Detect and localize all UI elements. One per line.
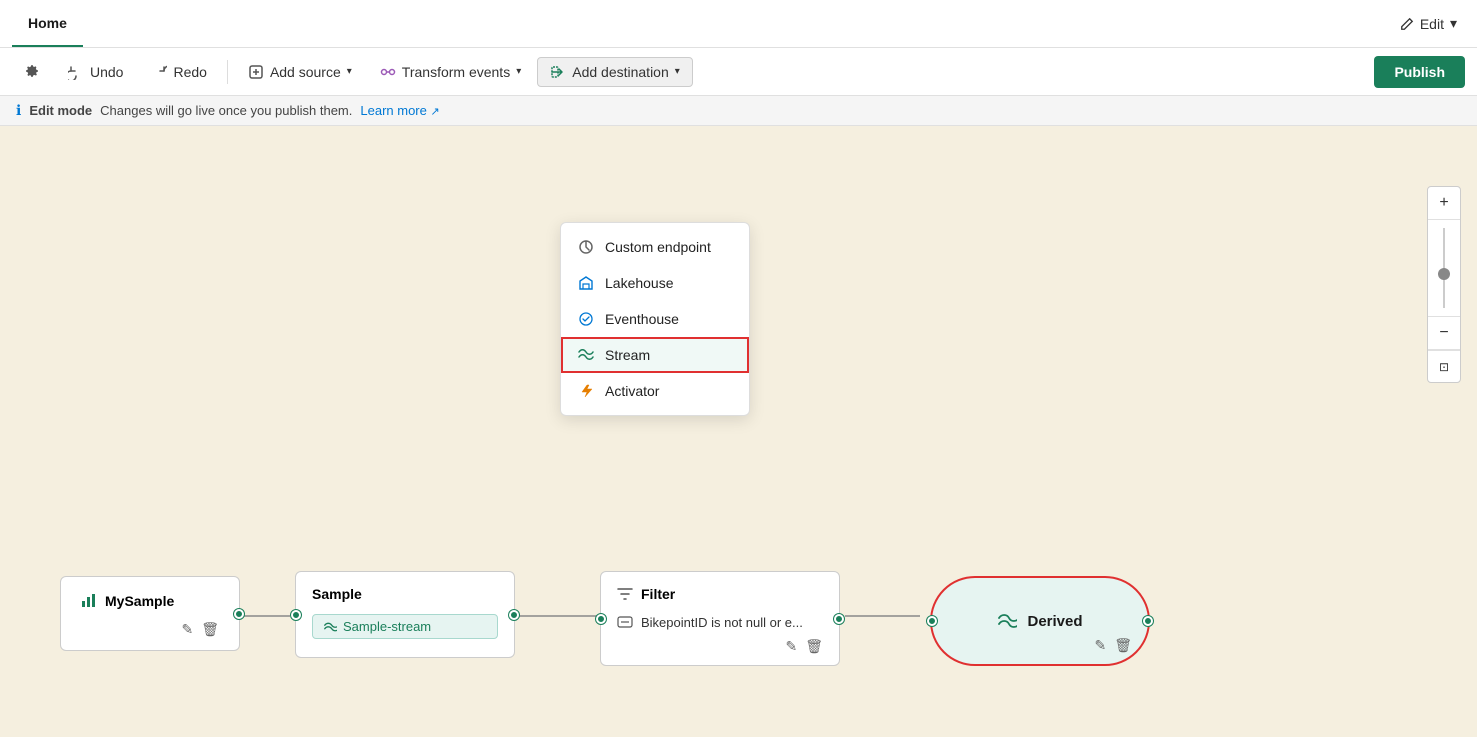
mysample-node: MySample ✎ 🗑 [60,576,240,651]
dropdown-label-custom-endpoint: Custom endpoint [605,239,711,255]
stream-tag-icon [323,620,337,634]
toolbar: Undo Redo Add source ▾ Transform events … [0,48,1477,96]
dropdown-item-eventhouse[interactable]: Eventhouse [561,301,749,337]
filter-delete-icon[interactable]: 🗑 [805,638,823,655]
derived-edit-icon[interactable]: ✎ [1094,637,1106,654]
zoom-controls: + − ⊡ [1427,186,1461,383]
derived-node-box[interactable]: Derived ✎ 🗑 [930,576,1150,666]
custom-endpoint-icon [577,238,595,256]
gear-icon [24,64,40,80]
info-icon: ℹ [16,102,21,119]
filter-node: Filter BikepointID is not null or e... ✎… [600,571,840,666]
add-destination-chevron-icon: ▾ [675,66,680,77]
canvas: MySample ✎ 🗑 Sample Sample-stream [0,126,1477,737]
undo-button[interactable]: Undo [56,58,135,86]
divider-1 [227,60,228,84]
transform-icon [380,64,396,80]
external-link-icon: ↗ [430,106,439,118]
edit-label: Edit [1420,16,1444,32]
publish-button[interactable]: Publish [1374,56,1465,88]
sample-node: Sample Sample-stream [295,571,515,658]
add-source-button[interactable]: Add source ▾ [236,58,364,86]
lakehouse-icon [577,274,595,292]
zoom-slider[interactable] [1443,220,1445,316]
edit-chevron-icon: ▾ [1450,15,1457,32]
add-destination-button[interactable]: Add destination ▾ [537,57,693,87]
settings-button[interactable] [12,58,52,86]
mysample-actions: ✎ 🗑 [81,621,219,638]
filter-left-connector [596,614,606,624]
dropdown-label-stream: Stream [605,347,650,363]
filter-title: Filter [617,586,823,602]
filter-right-connector [834,614,844,624]
dropdown-item-lakehouse[interactable]: Lakehouse [561,265,749,301]
dropdown-item-activator[interactable]: Activator [561,373,749,409]
filter-node-box[interactable]: Filter BikepointID is not null or e... ✎… [600,571,840,666]
dropdown-label-lakehouse: Lakehouse [605,275,674,291]
filter-actions: ✎ 🗑 [617,638,823,655]
transform-chevron-icon: ▾ [516,66,521,77]
redo-button[interactable]: Redo [139,58,218,86]
zoom-thumb[interactable] [1438,268,1450,280]
top-nav: Home Edit ▾ [0,0,1477,48]
mysample-right-connector [234,609,244,619]
learn-more-link[interactable]: Learn more ↗ [360,103,439,118]
bar-chart-icon [81,593,97,609]
info-bar: ℹ Edit mode Changes will go live once yo… [0,96,1477,126]
eventhouse-icon [577,310,595,328]
sample-right-connector [509,610,519,620]
add-source-label: Add source [270,64,341,80]
add-source-chevron-icon: ▾ [347,66,352,77]
transform-events-button[interactable]: Transform events ▾ [368,58,533,86]
undo-label: Undo [90,64,123,80]
sample-node-box[interactable]: Sample Sample-stream [295,571,515,658]
dropdown-label-eventhouse: Eventhouse [605,311,679,327]
flow-canvas: MySample ✎ 🗑 Sample Sample-stream [0,126,1477,737]
add-destination-dropdown: Custom endpoint Lakehouse Eventhouse Str… [560,222,750,416]
tab-home[interactable]: Home [12,0,83,47]
add-source-icon [248,64,264,80]
mysample-edit-icon[interactable]: ✎ [181,621,193,638]
undo-icon [68,64,84,80]
sample-title: Sample [312,586,498,602]
filter-condition-row: BikepointID is not null or e... [617,614,823,630]
sample-left-connector [291,610,301,620]
filter-condition-icon [617,614,633,630]
add-destination-label: Add destination [572,64,669,80]
redo-label: Redo [173,64,206,80]
edit-pencil-icon [1400,17,1414,31]
sample-stream-tag: Sample-stream [312,614,498,639]
activator-icon [577,382,595,400]
transform-events-label: Transform events [402,64,510,80]
redo-icon [151,64,167,80]
derived-left-connector [927,616,937,626]
mysample-node-box[interactable]: MySample ✎ 🗑 [60,576,240,651]
dropdown-label-activator: Activator [605,383,659,399]
zoom-track [1443,228,1445,308]
zoom-out-button[interactable]: − [1428,317,1460,349]
filter-icon [617,586,633,602]
mysample-delete-icon[interactable]: 🗑 [201,621,219,638]
mysample-title: MySample [81,593,219,609]
stream-icon [577,346,595,364]
zoom-fit-button[interactable]: ⊡ [1428,350,1460,382]
dropdown-item-custom-endpoint[interactable]: Custom endpoint [561,229,749,265]
zoom-in-button[interactable]: + [1428,187,1460,219]
info-message: Changes will go live once you publish th… [100,103,352,118]
edit-button[interactable]: Edit ▾ [1392,11,1465,36]
derived-title: Derived [997,611,1082,631]
filter-edit-icon[interactable]: ✎ [785,638,797,655]
edit-mode-label: Edit mode [29,103,92,118]
dropdown-item-stream[interactable]: Stream [561,337,749,373]
derived-node: Derived ✎ 🗑 [930,576,1150,666]
filter-condition: BikepointID is not null or e... [641,615,803,630]
derived-actions: ✎ 🗑 [1094,637,1132,654]
add-destination-icon [550,64,566,80]
derived-right-connector [1143,616,1153,626]
derived-stream-icon [997,611,1017,631]
derived-delete-icon[interactable]: 🗑 [1114,637,1132,654]
